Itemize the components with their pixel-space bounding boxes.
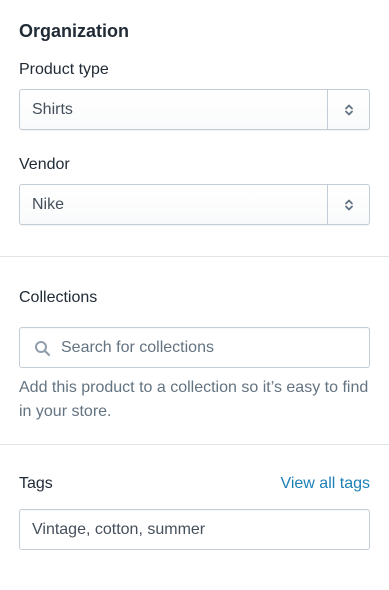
view-all-tags-link[interactable]: View all tags [280, 473, 370, 495]
vendor-value: Nike [32, 196, 65, 213]
tags-label: Tags [19, 475, 53, 492]
organization-card: Organization Product type Shirts Vendor … [0, 0, 389, 590]
tags-header: Tags View all tags [19, 473, 370, 495]
product-type-label: Product type [19, 61, 109, 78]
tags-value: Vintage, cotton, summer [32, 521, 206, 538]
select-arrows-icon [327, 90, 369, 129]
product-type-select[interactable]: Shirts [19, 89, 370, 130]
vendor-select[interactable]: Nike [19, 184, 370, 225]
organization-heading: Organization [19, 21, 130, 41]
product-type-value: Shirts [32, 101, 73, 118]
tags-section: Tags View all tags Vintage, cotton, summ… [0, 444, 389, 590]
search-icon [34, 340, 51, 357]
select-arrows-icon [327, 185, 369, 224]
organization-section: Organization Product type Shirts Vendor … [0, 0, 389, 256]
collections-search-input[interactable]: Search for collections [19, 327, 370, 368]
collections-search-placeholder: Search for collections [61, 339, 214, 356]
collections-label: Collections [19, 289, 98, 306]
collections-help-text: Add this product to a collection so it’s… [19, 379, 369, 420]
collections-section: Collections Search for collections Add t… [0, 256, 389, 444]
vendor-label: Vendor [19, 156, 70, 173]
tags-input[interactable]: Vintage, cotton, summer [19, 509, 370, 550]
